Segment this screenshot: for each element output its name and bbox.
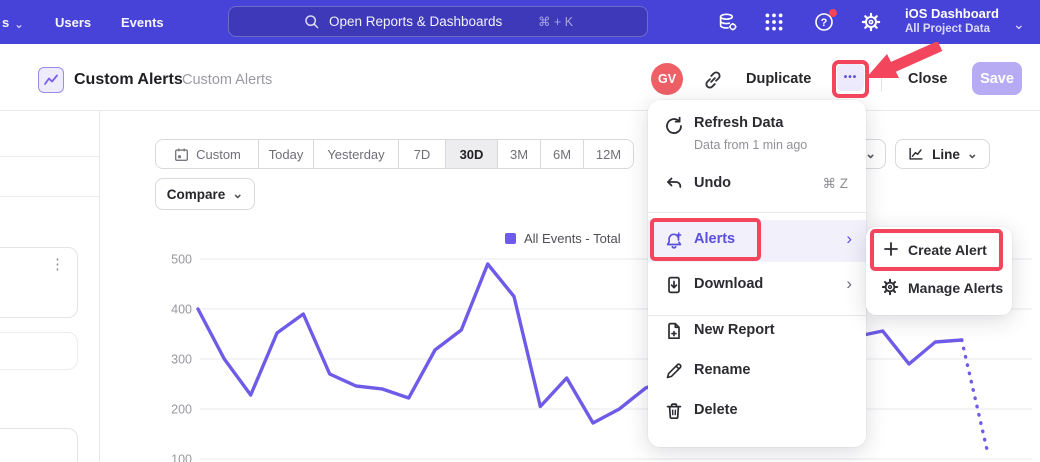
range-6m[interactable]: 6M <box>541 140 584 168</box>
download-icon <box>664 275 684 295</box>
menu-item-download[interactable]: Download <box>694 276 763 292</box>
chart-type-button[interactable]: Line ⌄ <box>895 139 990 169</box>
chevron-down-icon: ⌄ <box>232 189 243 199</box>
range-7d[interactable]: 7D <box>399 140 446 168</box>
search-input[interactable] <box>329 14 529 29</box>
legend-swatch <box>505 233 516 244</box>
menu-item-rename[interactable]: Rename <box>694 362 750 378</box>
compare-button[interactable]: Compare ⌄ <box>155 178 255 210</box>
svg-text:400: 400 <box>171 303 192 317</box>
svg-text:200: 200 <box>171 403 192 417</box>
pencil-icon <box>664 361 684 381</box>
close-button[interactable]: Close <box>908 71 948 87</box>
range-3m[interactable]: 3M <box>498 140 541 168</box>
more-options-button[interactable]: ••• <box>837 64 864 91</box>
svg-text:300: 300 <box>171 353 192 367</box>
apps-grid-icon[interactable] <box>763 11 785 33</box>
header-divider <box>881 66 882 92</box>
svg-text:?: ? <box>821 17 828 29</box>
project-scope: All Project Data <box>905 22 999 37</box>
range-today[interactable]: Today <box>259 140 314 168</box>
refresh-data-subtitle: Data from 1 min ago <box>694 138 807 152</box>
date-range-selector: Custom Today Yesterday 7D 30D 3M 6M 12M <box>155 139 634 169</box>
gear-icon <box>880 277 900 297</box>
project-switcher[interactable]: iOS Dashboard All Project Data <box>905 5 999 37</box>
menu-item-refresh-data[interactable]: Refresh Data <box>694 115 783 131</box>
metric-card[interactable] <box>0 428 78 462</box>
header-border <box>0 110 1040 111</box>
kebab-menu-icon[interactable]: ⋮ <box>50 256 65 274</box>
sidebar-row-divider <box>0 196 99 197</box>
refresh-icon <box>664 116 684 136</box>
chevron-down-icon: ⌄ <box>967 149 978 159</box>
chevron-down-icon: ⌄ <box>1013 16 1025 33</box>
trash-icon <box>664 401 684 421</box>
menu-divider <box>648 212 866 213</box>
top-navbar: s ⌄ Users Events ⌘ + K <box>0 0 1040 44</box>
search-icon <box>303 13 320 30</box>
new-report-icon <box>664 321 684 341</box>
more-options-menu: Refresh Data Data from 1 min ago Undo ⌘ … <box>648 100 866 447</box>
save-button[interactable]: Save <box>972 62 1022 95</box>
submenu-item-manage-alerts[interactable]: Manage Alerts <box>908 280 1003 296</box>
nav-item-events[interactable]: Events <box>121 15 164 30</box>
menu-item-delete[interactable]: Delete <box>694 402 738 418</box>
duplicate-button[interactable]: Duplicate <box>746 71 811 87</box>
submenu-item-create-alert[interactable]: Create Alert <box>908 242 987 258</box>
nav-item-users[interactable]: Users <box>55 15 91 30</box>
legend-label: All Events - Total <box>524 231 621 246</box>
nav-item-partial[interactable]: s <box>2 15 9 30</box>
global-search[interactable]: ⌘ + K <box>228 6 648 37</box>
alerts-submenu: Create Alert Manage Alerts <box>866 227 1012 315</box>
gear-icon[interactable] <box>860 11 882 33</box>
notification-badge <box>829 9 837 17</box>
sidebar-row-divider <box>0 156 99 157</box>
menu-divider <box>648 315 866 316</box>
copy-link-icon[interactable] <box>702 69 724 91</box>
range-label: Custom <box>196 147 241 162</box>
page-title: Custom Alerts <box>74 71 183 89</box>
chart-legend[interactable]: All Events - Total <box>505 231 621 246</box>
calendar-icon <box>173 146 190 163</box>
menu-item-new-report[interactable]: New Report <box>694 322 775 338</box>
report-icon <box>38 67 64 93</box>
avatar[interactable]: GV <box>651 63 683 95</box>
help-icon[interactable]: ? <box>813 11 835 33</box>
svg-text:500: 500 <box>171 253 192 267</box>
range-30d-selected[interactable]: 30D <box>446 140 498 168</box>
metric-card[interactable] <box>0 332 78 370</box>
range-12m[interactable]: 12M <box>584 140 633 168</box>
plus-icon <box>882 240 900 258</box>
undo-shortcut: ⌘ Z <box>823 176 849 192</box>
metric-card[interactable] <box>0 247 78 318</box>
undo-icon <box>664 174 684 194</box>
project-name: iOS Dashboard <box>905 5 999 22</box>
line-chart-icon <box>907 145 925 163</box>
menu-item-alerts-hitbox[interactable] <box>648 220 866 262</box>
range-yesterday[interactable]: Yesterday <box>314 140 399 168</box>
data-settings-icon[interactable] <box>716 11 738 33</box>
range-custom[interactable]: Custom <box>156 140 259 168</box>
menu-item-undo[interactable]: Undo <box>694 175 731 191</box>
search-shortcut-hint: ⌘ + K <box>538 14 573 29</box>
breadcrumb[interactable]: Custom Alerts <box>182 72 272 88</box>
submenu-chevron-icon: › <box>846 274 852 294</box>
chevron-down-icon: ⌄ <box>865 149 876 159</box>
app-screen: s ⌄ Users Events ⌘ + K <box>0 0 1040 462</box>
chevron-down-icon: ⌄ <box>14 17 24 31</box>
svg-text:100: 100 <box>171 453 192 462</box>
